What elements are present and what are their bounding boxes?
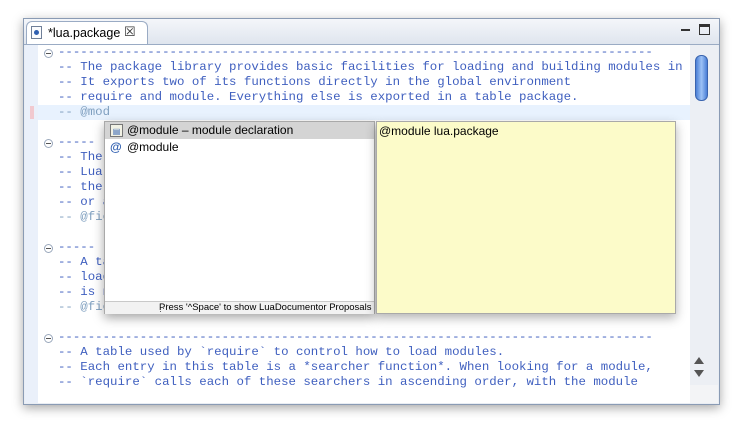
code-line: ----- [58, 240, 96, 254]
code-line: ----- [58, 135, 96, 149]
completion-popup: ▤ @module – module declaration @ @module… [104, 121, 375, 314]
completion-item-label: @module [127, 140, 179, 154]
fold-toggle-icon[interactable] [44, 244, 53, 253]
documentation-popup: @module lua.package [376, 121, 676, 314]
fold-toggle-icon[interactable] [44, 139, 53, 148]
scrollbar-thumb[interactable] [695, 55, 708, 101]
completion-item-module-declaration[interactable]: ▤ @module – module declaration [105, 122, 374, 139]
template-icon: ▤ [110, 124, 123, 137]
documentation-text: @module lua.package [379, 124, 499, 138]
code-line: -- @fie [58, 300, 111, 314]
scroll-up-icon[interactable] [694, 357, 704, 364]
completion-status-text: Press '^Space' to show LuaDocumentor Pro… [159, 302, 372, 313]
code-line: -- is n [58, 285, 111, 299]
annotation-ruler [25, 45, 38, 403]
tab-lua-package[interactable]: *lua.package ☒ [26, 21, 148, 44]
code-line: -- The [58, 150, 103, 164]
code-line: -- Each entry in this table is a *search… [58, 360, 653, 374]
scroll-down-icon[interactable] [694, 370, 704, 377]
close-icon[interactable]: ☒ [124, 24, 136, 40]
code-line: -- @fie [58, 210, 111, 224]
tab-bar: *lua.package ☒ [24, 19, 719, 45]
at-icon: @ [110, 140, 122, 154]
code-line: -- A table used by `require` to control … [58, 345, 505, 359]
code-line: -- `require` calls each of these searche… [58, 375, 638, 389]
lua-file-icon [31, 26, 42, 39]
completion-item-label: @module – module declaration [127, 123, 294, 137]
code-line: -- The package library provides basic fa… [58, 60, 690, 74]
code-line: -- Lua [58, 165, 103, 179]
fold-toggle-icon[interactable] [44, 49, 53, 58]
code-line: -- the [58, 180, 103, 194]
code-line: -- load [58, 270, 111, 284]
resize-grip-icon[interactable]: ⋰ [159, 302, 168, 314]
maximize-icon[interactable] [699, 24, 710, 35]
current-line-highlight [38, 105, 690, 120]
code-line: ----------------------------------------… [58, 45, 653, 59]
code-line: -- or a [58, 195, 111, 209]
code-line: -- @mod [58, 105, 111, 119]
scrollbar-corner [690, 385, 718, 403]
completion-status-bar: Press '^Space' to show LuaDocumentor Pro… [105, 301, 374, 314]
completion-item-module[interactable]: @ @module [105, 139, 374, 156]
code-line: -- A ta [58, 255, 111, 269]
code-line: -- It exports two of its functions direc… [58, 75, 572, 89]
vertical-scrollbar[interactable] [690, 45, 718, 403]
code-line: ----------------------------------------… [58, 330, 653, 344]
tab-title: *lua.package [48, 26, 121, 40]
code-line: -- require and module. Everything else i… [58, 90, 579, 104]
change-marker [30, 106, 34, 119]
minimize-icon[interactable] [680, 24, 691, 35]
fold-toggle-icon[interactable] [44, 334, 53, 343]
